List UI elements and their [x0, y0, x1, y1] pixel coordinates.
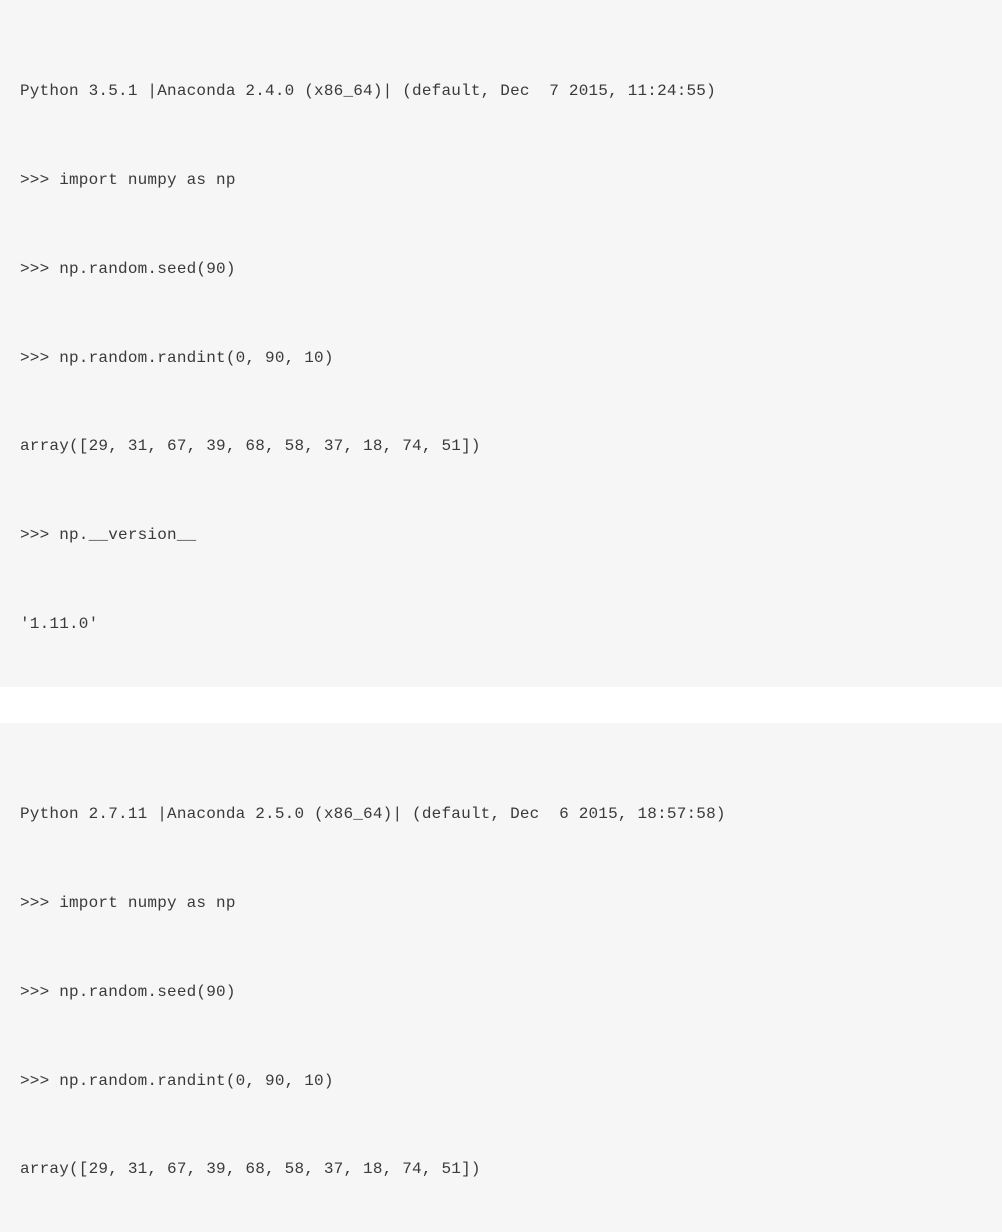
- repl-input-line: >>> import numpy as np: [20, 889, 982, 919]
- repl-input-line: >>> np.random.seed(90): [20, 978, 982, 1008]
- repl-input-line: >>> np.random.seed(90): [20, 255, 982, 285]
- code-block-python2: Python 2.7.11 |Anaconda 2.5.0 (x86_64)| …: [0, 723, 1002, 1232]
- repl-header-line: Python 2.7.11 |Anaconda 2.5.0 (x86_64)| …: [20, 800, 982, 830]
- repl-input-line: >>> import numpy as np: [20, 166, 982, 196]
- repl-output-line: array([29, 31, 67, 39, 68, 58, 37, 18, 7…: [20, 1155, 982, 1185]
- repl-input-line: >>> np.random.randint(0, 90, 10): [20, 344, 982, 374]
- block-separator: [0, 687, 1002, 723]
- repl-input-line: >>> np.__version__: [20, 521, 982, 551]
- repl-input-line: >>> np.random.randint(0, 90, 10): [20, 1067, 982, 1097]
- code-block-python3: Python 3.5.1 |Anaconda 2.4.0 (x86_64)| (…: [0, 0, 1002, 687]
- repl-header-line: Python 3.5.1 |Anaconda 2.4.0 (x86_64)| (…: [20, 77, 982, 107]
- repl-output-line: '1.11.0': [20, 610, 982, 640]
- repl-output-line: array([29, 31, 67, 39, 68, 58, 37, 18, 7…: [20, 432, 982, 462]
